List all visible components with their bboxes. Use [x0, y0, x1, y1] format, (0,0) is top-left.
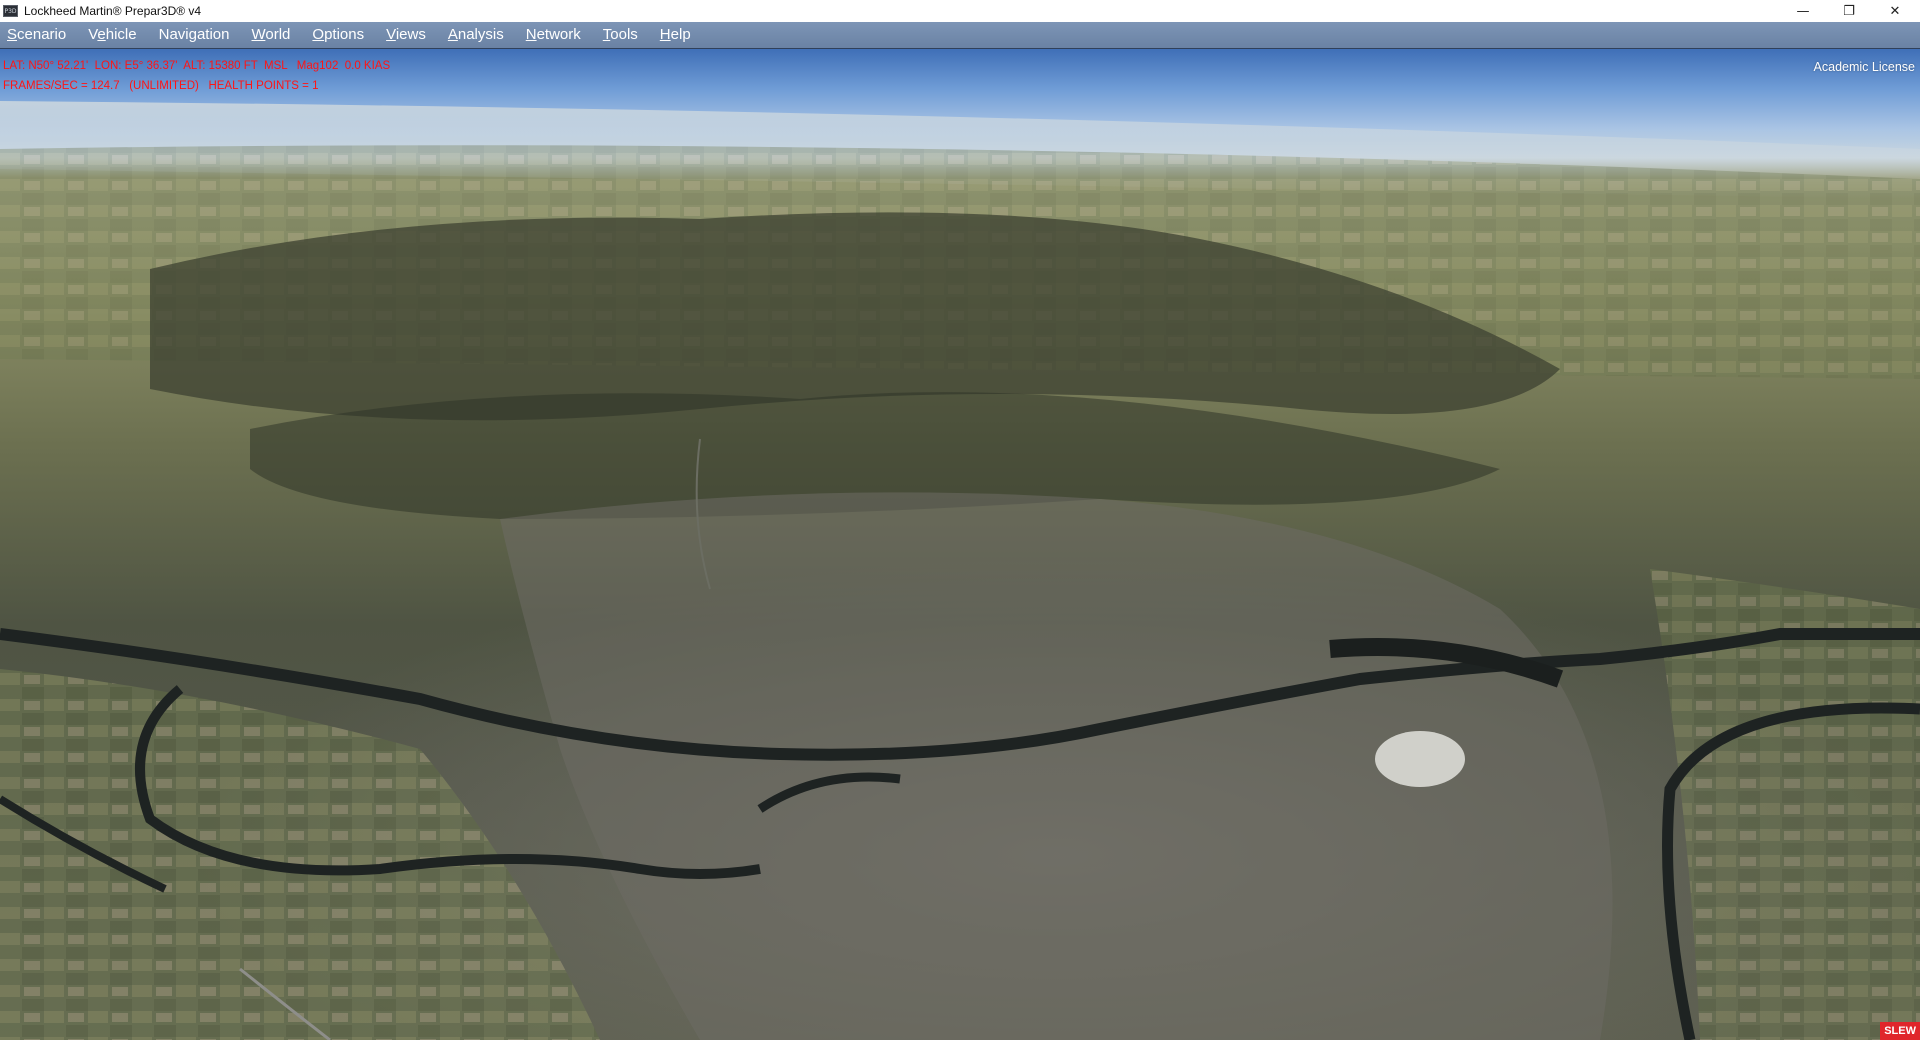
app-logo-icon: P3D [3, 5, 18, 17]
menu-options[interactable]: Options [301, 22, 375, 48]
menu-world[interactable]: World [241, 22, 302, 48]
hud-framerate-line: FRAMES/SEC = 124.7 (UNLIMITED) HEALTH PO… [3, 80, 319, 92]
menu-vehicle[interactable]: Vehicle [77, 22, 147, 48]
menu-network[interactable]: Network [515, 22, 592, 48]
minimize-icon: — [1796, 3, 1810, 19]
hud-position-line: LAT: N50° 52.21' LON: E5° 36.37' ALT: 15… [3, 60, 391, 72]
close-icon: ✕ [1889, 3, 1901, 19]
scenery-viewport[interactable] [0, 49, 1920, 1040]
restore-icon: ❐ [1843, 3, 1855, 19]
menu-views[interactable]: Views [375, 22, 437, 48]
simulator-window: P3D Lockheed Martin® Prepar3D® v4 — ❐ ✕ … [0, 0, 1920, 1040]
restore-button[interactable]: ❐ [1826, 0, 1872, 22]
position-readout: LAT: N50° 52.21' LON: E5° 36.37' ALT: 15… [3, 56, 390, 96]
menu-bar: Scenario Vehicle Navigation World Option… [0, 22, 1920, 49]
slew-mode-badge: SLEW [1880, 1022, 1920, 1040]
menu-analysis[interactable]: Analysis [437, 22, 515, 48]
title-bar[interactable]: P3D Lockheed Martin® Prepar3D® v4 — ❐ ✕ [0, 0, 1920, 23]
minimize-button[interactable]: — [1780, 0, 1826, 22]
license-label: Academic License [1813, 60, 1915, 74]
menu-help[interactable]: Help [649, 22, 702, 48]
close-button[interactable]: ✕ [1872, 0, 1918, 22]
menu-navigation[interactable]: Navigation [148, 22, 241, 48]
aerial-terrain-view [0, 101, 1920, 1040]
menu-scenario[interactable]: Scenario [0, 22, 77, 48]
menu-tools[interactable]: Tools [592, 22, 649, 48]
window-title: Lockheed Martin® Prepar3D® v4 [24, 4, 202, 18]
